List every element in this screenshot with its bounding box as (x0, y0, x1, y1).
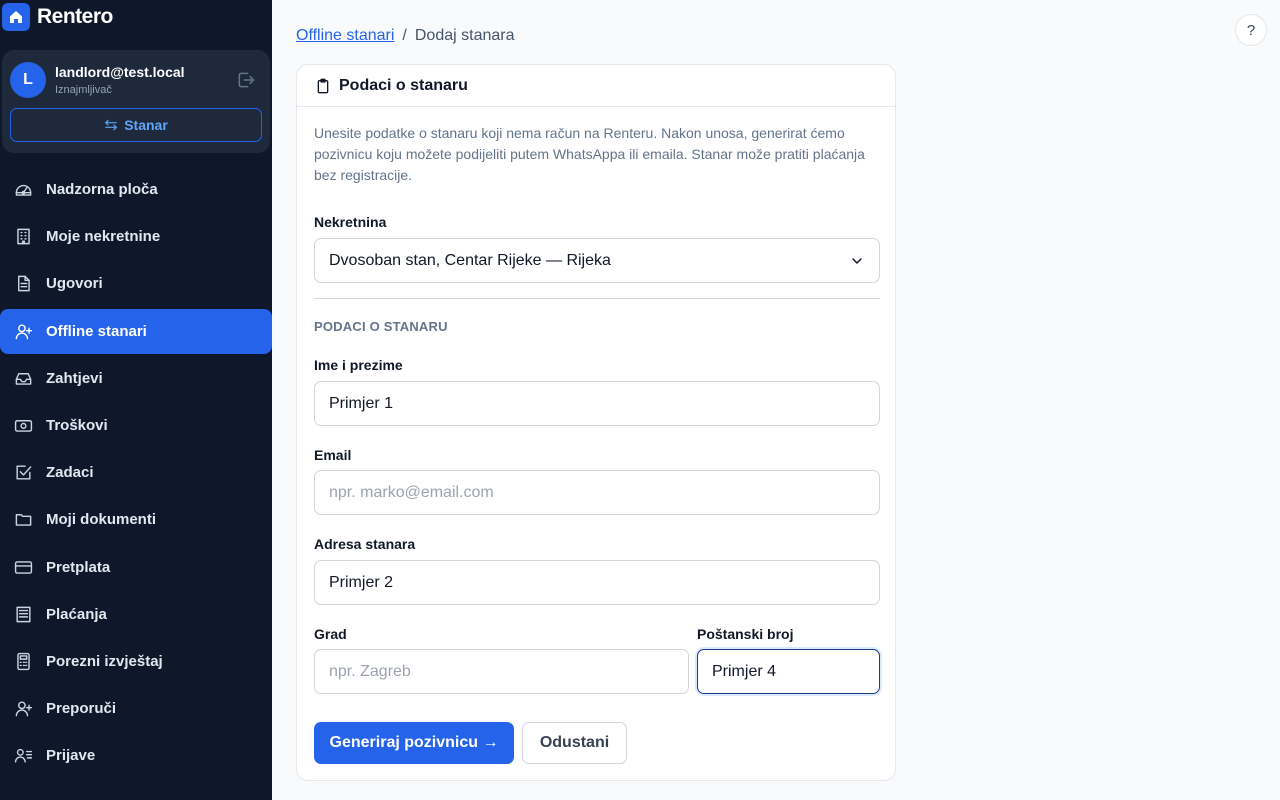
nav-item-label: Porezni izvještaj (46, 652, 163, 670)
nav-item-label: Troškovi (46, 416, 108, 434)
document-icon (13, 274, 33, 294)
folder-icon (13, 510, 33, 530)
breadcrumb-parent-link[interactable]: Offline stanari (296, 27, 394, 45)
brand-name: Rentero (37, 5, 113, 28)
sidebar: Rentero L landlord@test.local Iznajmljiv… (0, 0, 272, 800)
breadcrumb-current: Dodaj stanara (414, 27, 515, 44)
nav-item-porezni-izvjestaj[interactable]: Porezni izvještaj (0, 639, 272, 684)
nav-item-label: Plaćanja (46, 605, 107, 623)
nav-item-label: Zadaci (46, 464, 94, 482)
user-plus-icon (13, 321, 33, 341)
nav-item-preporuci[interactable]: Preporuči (0, 686, 272, 731)
nav-item-ugovori[interactable]: Ugovori (0, 261, 272, 306)
user-role: Iznajmljivač (55, 84, 112, 96)
property-select[interactable]: Dvosoban stan, Centar Rijeke — Rijeka (314, 238, 880, 283)
section-divider (314, 298, 880, 299)
gauge-icon (13, 180, 33, 200)
money-icon (13, 415, 33, 435)
card-header: Podaci o stanaru (297, 65, 895, 107)
clipboard-icon (317, 78, 329, 93)
section-title: PODACI O STANARU (314, 319, 448, 334)
generate-invite-button[interactable]: Generiraj pozivnicu → (314, 722, 514, 764)
nav-item-label: Ugovori (46, 275, 103, 293)
property-label: Nekretnina (314, 214, 387, 230)
checkbox-icon (13, 463, 33, 483)
help-label: ? (1246, 21, 1256, 39)
address-label: Adresa stanara (314, 536, 416, 552)
nav-item-label: Prijave (46, 747, 96, 765)
nav-item-zahtjevi[interactable]: Zahtjevi (0, 356, 272, 401)
name-input-value: Primjer 1 (329, 394, 394, 412)
nav-item-label: Offline stanari (46, 322, 147, 340)
nav-item-pretplata[interactable]: Pretplata (0, 545, 272, 590)
generate-invite-label: Generiraj pozivnicu → (329, 734, 499, 751)
sidebar-nav: Nadzorna ploča Moje nekretnine Ugovori O… (0, 167, 272, 780)
city-input[interactable]: npr. Zagreb (314, 649, 689, 694)
nav-item-label: Nadzorna ploča (46, 181, 158, 198)
credit-card-icon (13, 557, 33, 577)
postal-label: Poštanski broj (697, 626, 794, 642)
nav-item-label: Preporuči (46, 700, 117, 718)
email-input-placeholder: npr. marko@email.com (329, 483, 494, 501)
nav-item-label: Moji dokumenti (46, 511, 156, 529)
home-icon (2, 3, 30, 31)
swap-icon (105, 119, 118, 131)
city-input-placeholder: npr. Zagreb (329, 662, 411, 680)
inbox-icon (13, 368, 33, 388)
cancel-button[interactable]: Odustani (522, 722, 627, 764)
user-plus-icon (13, 699, 33, 719)
postal-input[interactable]: Primjer 4 (697, 649, 880, 694)
name-input[interactable]: Primjer 1 (314, 381, 880, 426)
nav-item-nadzorna-ploca[interactable]: Nadzorna ploča (0, 167, 272, 212)
address-input[interactable]: Primjer 2 (314, 560, 880, 605)
switch-role-button[interactable]: Stanar (10, 108, 262, 142)
user-card: L landlord@test.local Iznajmljivač Stana… (2, 50, 270, 153)
email-input[interactable]: npr. marko@email.com (314, 470, 880, 515)
avatar: L (10, 62, 46, 98)
breadcrumb: Offline stanari / Dodaj stanara (296, 27, 515, 45)
chevron-down-icon (852, 258, 862, 264)
user-email: landlord@test.local (55, 64, 185, 80)
nav-item-moji-dokumenti[interactable]: Moji dokumenti (0, 497, 272, 542)
address-input-value: Primjer 2 (329, 573, 394, 591)
nav-item-label: Pretplata (46, 558, 111, 576)
intro-text: Unesite podatke o stanaru koji nema raču… (314, 125, 865, 183)
cancel-label: Odustani (539, 734, 610, 751)
nav-item-offline-stanari[interactable]: Offline stanari (0, 308, 272, 354)
receipt-icon (13, 604, 33, 624)
card-title: Podaci o stanaru (339, 76, 468, 94)
city-label: Grad (314, 626, 347, 642)
help-button[interactable]: ? (1235, 14, 1267, 46)
nav-item-zadaci[interactable]: Zadaci (0, 450, 272, 495)
switch-role-label: Stanar (124, 117, 168, 133)
nav-item-prijave[interactable]: Prijave (0, 733, 272, 778)
email-label: Email (314, 447, 352, 463)
logout-icon[interactable] (235, 70, 257, 90)
nav-item-troskovi[interactable]: Troškovi (0, 403, 272, 448)
postal-input-value: Primjer 4 (712, 662, 777, 680)
nav-item-label: Zahtjevi (46, 369, 103, 387)
calculator-icon (13, 651, 33, 671)
name-label: Ime i prezime (314, 357, 403, 373)
brand[interactable]: Rentero (2, 3, 113, 31)
nav-item-placanja[interactable]: Plaćanja (0, 592, 272, 637)
nav-item-label: Moje nekretnine (46, 228, 161, 246)
user-list-icon (13, 746, 33, 766)
property-select-value: Dvosoban stan, Centar Rijeke — Rijeka (329, 251, 611, 269)
breadcrumb-separator: / (402, 27, 407, 44)
building-icon (13, 227, 33, 247)
tenant-form-card: Podaci o stanaru Unesite podatke o stana… (296, 64, 896, 781)
nav-item-moje-nekretnine[interactable]: Moje nekretnine (0, 214, 272, 259)
